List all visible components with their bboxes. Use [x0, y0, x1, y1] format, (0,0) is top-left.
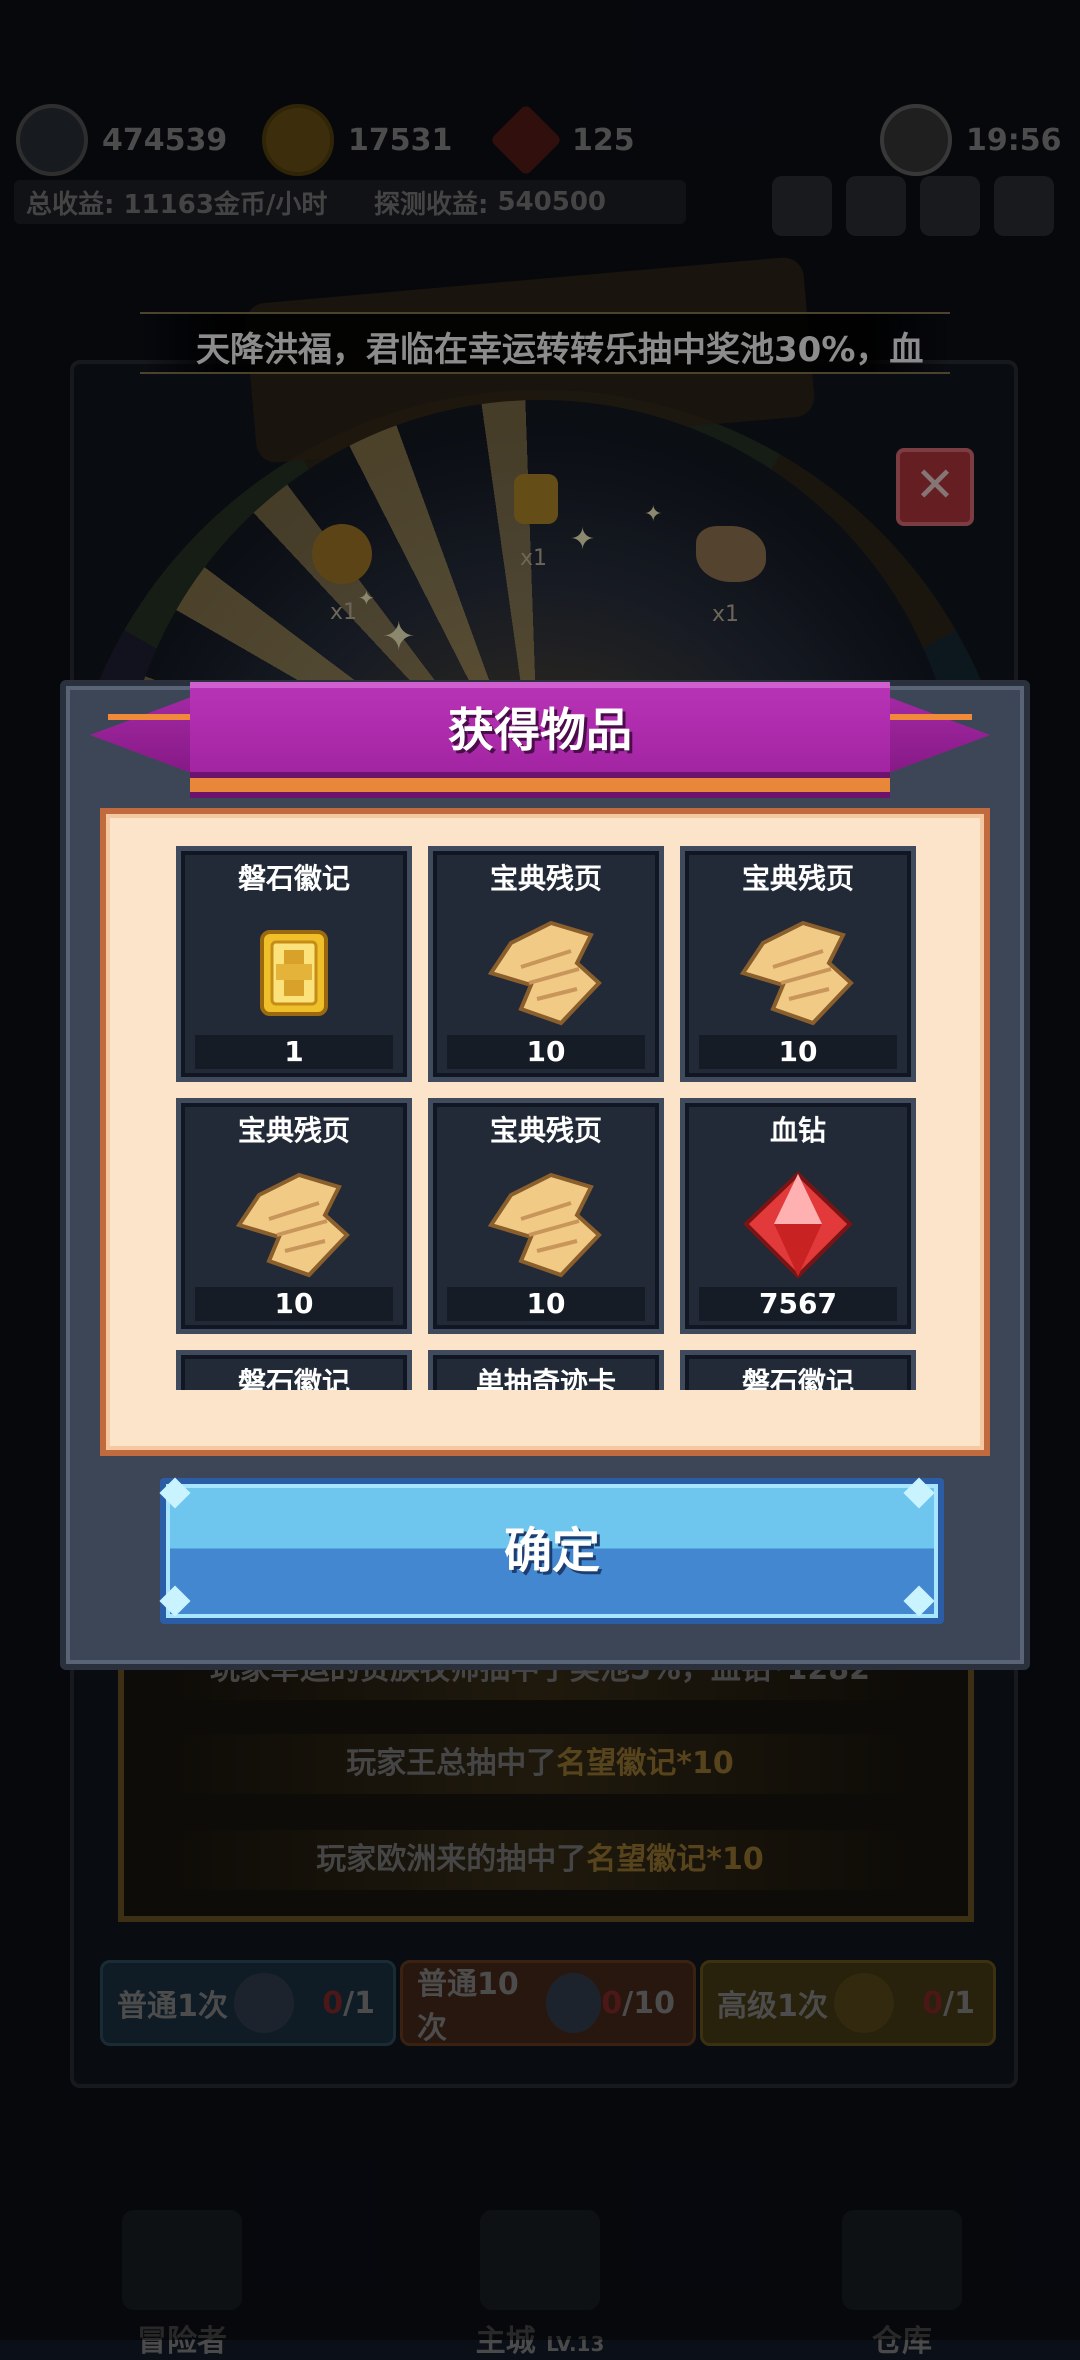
item-name: 宝典残页 [489, 1114, 602, 1147]
item-name: 宝典残页 [489, 862, 602, 895]
stone-emblem-icon [260, 930, 328, 1017]
scroll-fragment-icon [739, 920, 854, 1026]
item-name: 血钻 [769, 1114, 826, 1147]
item-count: 10 [195, 1287, 393, 1321]
item-name: 磐石徽记 [237, 862, 350, 895]
reward-slot[interactable]: 磐石徽记 1 [176, 846, 412, 1082]
scroll-fragment-icon [235, 1172, 350, 1278]
item-name: 宝典残页 [237, 1114, 350, 1147]
reward-slot[interactable]: 磐石徽记 [176, 1350, 412, 1390]
item-name: 磐石徽记 [237, 1366, 350, 1390]
item-name: 单抽奇迹卡 [475, 1366, 616, 1390]
red-diamond-icon [743, 1171, 853, 1279]
reward-grid[interactable]: 磐石徽记 1 宝典残页 10 宝典残页 10 宝典残页 10 宝典残页 10 血… [110, 818, 968, 1390]
confirm-label[interactable]: 确定 [160, 1478, 944, 1624]
item-count: 10 [447, 1035, 645, 1069]
reward-slot[interactable]: 宝典残页 10 [428, 1098, 664, 1334]
ribbon-stripe [878, 714, 972, 720]
scroll-fragment-icon [487, 1172, 602, 1278]
item-count: 7567 [699, 1287, 897, 1321]
reward-slot[interactable]: 磐石徽记 [680, 1350, 916, 1390]
item-count: 10 [699, 1035, 897, 1069]
item-count: 1 [195, 1035, 393, 1069]
item-name: 磐石徽记 [741, 1366, 854, 1390]
modal-title: 获得物品 [448, 703, 632, 757]
item-count: 10 [447, 1287, 645, 1321]
reward-slot[interactable]: 单抽奇迹卡 [428, 1350, 664, 1390]
reward-slot[interactable]: 宝典残页 10 [680, 846, 916, 1082]
item-name: 宝典残页 [741, 862, 854, 895]
scroll-fragment-icon [487, 920, 602, 1026]
reward-slot[interactable]: 血钻 7567 [680, 1098, 916, 1334]
reward-slot[interactable]: 宝典残页 10 [176, 1098, 412, 1334]
reward-slot[interactable]: 宝典残页 10 [428, 846, 664, 1082]
ribbon-stripe [108, 714, 202, 720]
